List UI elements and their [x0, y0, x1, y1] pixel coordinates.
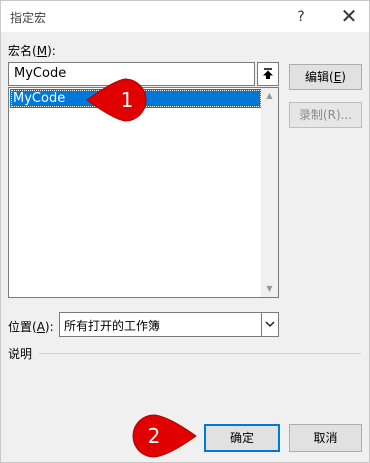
callout-2: 2	[132, 414, 197, 458]
close-button[interactable]: ✕	[335, 4, 363, 28]
callout-1: 1	[86, 78, 147, 122]
help-button[interactable]: ?	[289, 6, 313, 28]
description-divider	[39, 353, 361, 354]
callout-1-number: 1	[121, 88, 134, 112]
description-label: 说明	[8, 347, 33, 361]
title-bar: 指定宏 ? ✕	[1, 1, 369, 32]
assign-macro-dialog: 指定宏 ? ✕ 宏名(M): MyCode MyCode ▲ ▼ 编辑(E) 录…	[0, 0, 370, 463]
callout-2-number: 2	[148, 424, 161, 448]
ok-button[interactable]: 确定	[204, 424, 280, 452]
macro-name-label: 宏名(M):	[8, 44, 56, 58]
location-value: 所有打开的工作簿	[64, 319, 161, 333]
edit-button[interactable]: 编辑(E)	[289, 64, 362, 90]
collapse-dialog-button[interactable]	[257, 62, 279, 86]
cancel-button[interactable]: 取消	[289, 424, 362, 452]
chevron-down-icon[interactable]	[261, 313, 278, 336]
scroll-up-icon[interactable]: ▲	[265, 91, 274, 100]
scroll-down-icon[interactable]: ▼	[265, 284, 274, 293]
window-title: 指定宏	[10, 11, 47, 25]
record-button[interactable]: 录制(R)...	[289, 102, 362, 128]
location-dropdown[interactable]: 所有打开的工作簿	[59, 312, 279, 337]
up-arrow-icon	[263, 68, 273, 79]
location-label: 位置(A):	[8, 320, 54, 334]
vertical-scrollbar[interactable]: ▲ ▼	[261, 88, 278, 297]
